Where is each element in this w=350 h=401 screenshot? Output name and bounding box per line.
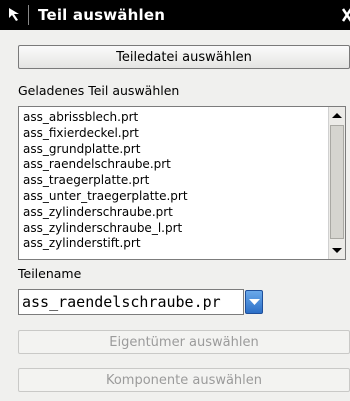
chevron-down-icon [248,299,260,305]
part-name-label: Teilename [18,266,82,281]
select-part-file-button[interactable]: Teiledatei auswählen [18,45,350,69]
scroll-down-button[interactable] [330,243,344,258]
scroll-thumb[interactable] [330,125,344,239]
loaded-parts-list[interactable]: ass_abrissblech.prt ass_fixierdeckel.prt a… [18,106,346,260]
triangle-down-icon [332,248,342,253]
list-item[interactable]: ass_fixierdeckel.prt [23,126,325,142]
close-icon[interactable] [341,7,350,23]
dialog-title: Teil auswählen [38,6,166,24]
list-item[interactable]: ass_grundplatte.prt [23,142,325,158]
list-item[interactable]: ass_zylinderschraube_l.prt [23,221,325,237]
loaded-part-label: Geladenes Teil auswählen [18,83,180,98]
list-items: ass_abrissblech.prt ass_fixierdeckel.prt a… [23,110,325,252]
select-owner-button[interactable]: Eigentümer auswählen [18,330,350,354]
list-item[interactable]: ass_raendelschraube.prt [23,157,325,173]
list-item[interactable]: ass_abrissblech.prt [23,110,325,126]
arrow-cursor-icon [9,8,19,21]
title-bar: Teil auswählen [0,0,350,30]
list-item[interactable]: ass_traegerplatte.prt [23,173,325,189]
list-scrollbar[interactable] [328,107,345,259]
part-name-dropdown-button[interactable] [245,290,263,314]
scroll-up-button[interactable] [330,108,344,123]
list-item[interactable]: ass_unter_traegerplatte.prt [23,189,325,205]
list-item[interactable]: ass_zylinderschraube.prt [23,205,325,221]
part-name-input[interactable]: ass_raendelschraube.pr [18,289,244,315]
list-item[interactable]: ass_zylinderstift.prt [23,236,325,252]
title-separator [28,5,29,25]
triangle-up-icon [332,113,342,118]
select-component-button[interactable]: Komponente auswählen [18,368,350,392]
